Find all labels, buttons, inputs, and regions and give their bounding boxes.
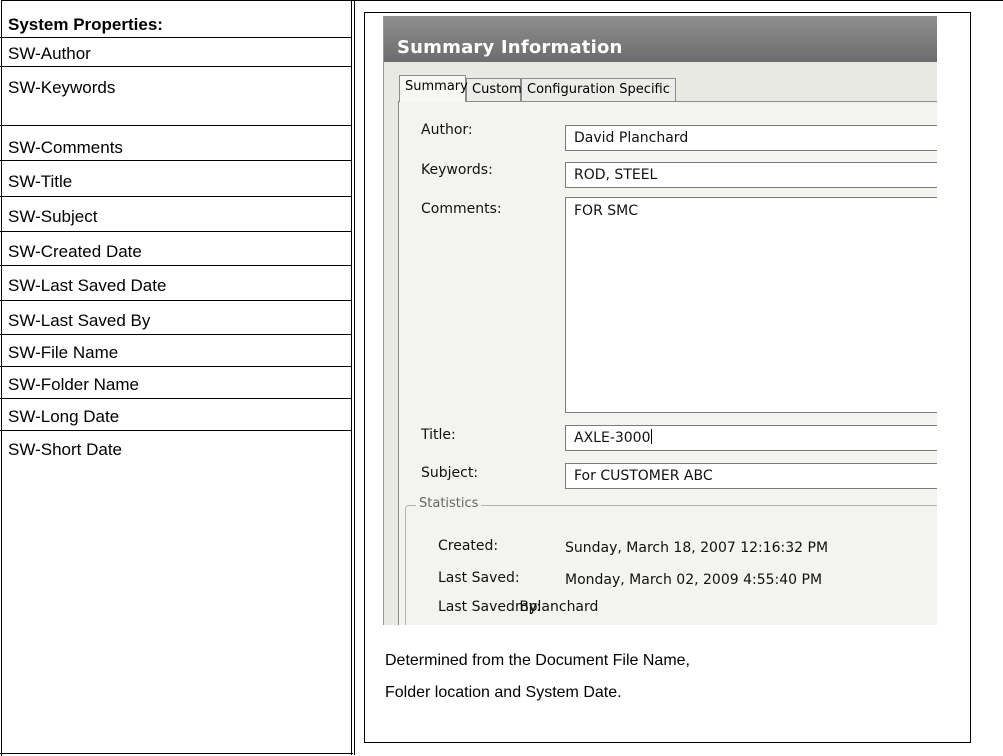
statistics-legend: Statistics	[416, 496, 482, 511]
dialog-tab-strip: Summary Custom Configuration Specific	[384, 62, 937, 102]
author-field[interactable]: David Planchard	[565, 125, 937, 151]
subject-label: Subject:	[421, 465, 479, 481]
dialog-title-bar: Summary Information	[384, 16, 937, 62]
created-value: Sunday, March 18, 2007 12:16:32 PM	[565, 540, 829, 556]
comments-label: Comments:	[421, 201, 502, 217]
table-bottom-border	[0, 753, 353, 754]
property-item-author: SW-Author	[0, 38, 351, 67]
property-item-file-name: SW-File Name	[0, 335, 351, 367]
comments-field[interactable]: FOR SMC	[565, 197, 937, 413]
property-item-last-saved-date: SW-Last Saved Date	[0, 266, 351, 301]
property-item-subject: SW-Subject	[0, 197, 351, 232]
keywords-label: Keywords:	[421, 162, 493, 178]
last-saved-label: Last Saved:	[438, 570, 520, 586]
property-item-keywords: SW-Keywords	[0, 67, 351, 126]
tab-custom[interactable]: Custom	[466, 78, 522, 101]
dialog-title: Summary Information	[397, 37, 623, 58]
last-saved-value: Monday, March 02, 2009 4:55:40 PM	[565, 572, 823, 588]
tab-configuration-specific[interactable]: Configuration Specific	[521, 78, 676, 101]
property-item-long-date: SW-Long Date	[0, 399, 351, 431]
system-properties-header: System Properties:	[0, 14, 351, 38]
property-item-created-date: SW-Created Date	[0, 232, 351, 266]
created-label: Created:	[438, 538, 499, 554]
caption-line-1: Determined from the Document File Name,	[385, 652, 690, 669]
summary-information-dialog: Summary Information Summary Custom Confi…	[383, 16, 937, 625]
property-item-title: SW-Title	[0, 161, 351, 197]
tab-summary[interactable]: Summary	[399, 75, 468, 102]
property-item-folder-name: SW-Folder Name	[0, 367, 351, 399]
keywords-field[interactable]: ROD, STEEL	[565, 162, 937, 188]
title-label: Title:	[421, 427, 456, 443]
last-saved-by-value: mplanchard	[515, 599, 599, 615]
property-item-short-date: SW-Short Date	[8, 440, 123, 459]
title-field[interactable]: AXLE-3000	[565, 425, 937, 451]
subject-field[interactable]: For CUSTOMER ABC	[565, 463, 937, 489]
caption-line-2: Folder location and System Date.	[385, 684, 622, 701]
title-field-value: AXLE-3000	[574, 430, 651, 446]
column-divider	[351, 0, 355, 755]
text-cursor	[650, 429, 652, 444]
author-label: Author:	[421, 122, 473, 138]
property-item-last-saved-by: SW-Last Saved By	[0, 301, 351, 335]
property-item-comments: SW-Comments	[0, 126, 351, 161]
